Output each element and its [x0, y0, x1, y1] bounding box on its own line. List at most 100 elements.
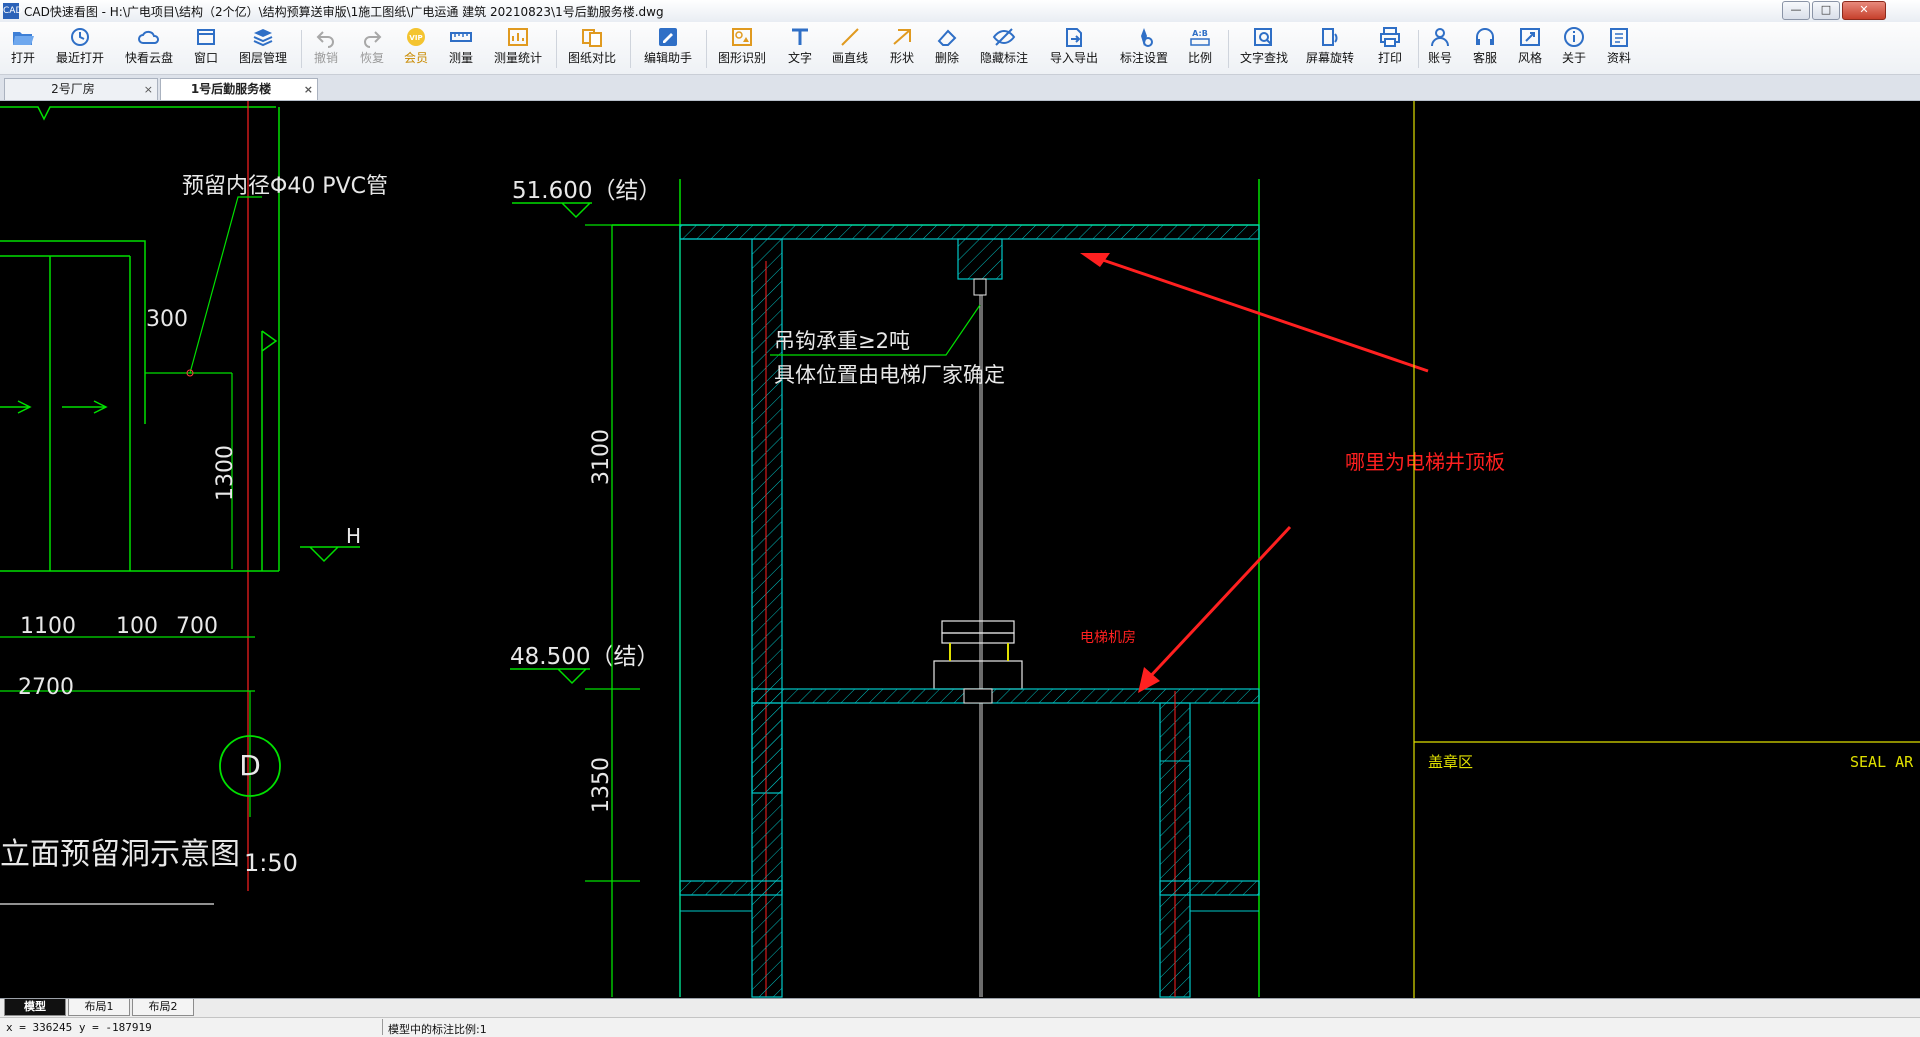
style-button[interactable]: 风格 [1512, 26, 1548, 72]
redo-label: 恢复 [359, 51, 384, 65]
compare-button[interactable]: 图纸对比 [564, 26, 620, 72]
rotate-screen-button[interactable]: 屏幕旋转 [1302, 26, 1358, 72]
shape-button[interactable]: 形状 [884, 26, 920, 72]
documents-button[interactable]: 资料 [1601, 26, 1637, 72]
open-button[interactable]: 打开 [5, 26, 41, 72]
minimize-button[interactable]: — [1782, 1, 1810, 20]
axis-h-label: H [346, 524, 361, 548]
documents-icon [1610, 28, 1628, 47]
status-divider [382, 1019, 383, 1035]
redo-button[interactable]: 恢复 [354, 26, 390, 72]
lower-slab-left [679, 880, 783, 896]
window-title: CAD快速看图 - H:\广电项目\结构（2个亿）\结构预算送审版\1施工图纸\… [24, 5, 664, 19]
shape-recognition-button[interactable]: 图形识别 [714, 26, 770, 72]
text-search-button[interactable]: 文字查找 [1236, 26, 1292, 72]
headset-icon [1476, 28, 1494, 45]
recent-button[interactable]: 最近打开 [52, 26, 108, 72]
tab-label: 1号后勤服务楼 [190, 82, 272, 96]
import-export-button[interactable]: 导入导出 [1046, 26, 1102, 72]
draw-line-label: 画直线 [831, 51, 868, 65]
seal-area-label: 盖章区 [1428, 753, 1473, 771]
user-annotations: 哪里为电梯井顶板 [1080, 253, 1505, 693]
delete-label: 删除 [934, 51, 959, 65]
ruler-icon [450, 32, 472, 42]
measure-stats-label: 测量统计 [493, 51, 542, 65]
vip-label: 会员 [403, 51, 428, 65]
cloud-icon [138, 30, 159, 44]
tab-logistics-building-1[interactable]: 1号后勤服务楼 × [160, 78, 318, 100]
text-search-label: 文字查找 [1239, 51, 1288, 65]
maximize-button[interactable]: □ [1812, 1, 1840, 20]
vip-button[interactable]: VIP 会员 [398, 26, 434, 72]
style-icon [1520, 28, 1540, 46]
title-block: 盖章区 SEAL AR [1413, 101, 1920, 998]
break-mark [261, 330, 278, 352]
leader-line [189, 196, 262, 374]
tab-layout-1[interactable]: 布局1 [68, 999, 130, 1016]
close-window-button[interactable]: ✕ [1842, 1, 1886, 20]
line-icon [841, 28, 859, 46]
svg-text:VIP: VIP [409, 34, 422, 42]
tab-plant-2[interactable]: 2号厂房 × [4, 78, 158, 100]
cad-drawing-canvas[interactable]: 预留内径Φ40 PVC管 300 1300 H 1100 100 700 270… [0, 101, 1920, 998]
layers-button[interactable]: 图层管理 [235, 26, 291, 72]
delete-button[interactable]: 删除 [929, 26, 965, 72]
traction-machine [941, 620, 1015, 634]
traction-machine [941, 632, 1015, 644]
about-button[interactable]: 关于 [1556, 26, 1592, 72]
level-marker-icon [300, 546, 360, 563]
annotation-scale-text: 模型中的标注比例:1 [388, 1023, 487, 1036]
toolbar-separator [556, 30, 557, 68]
dim-3100-label: 3100 [589, 429, 614, 485]
elevation-scale: 1:50 [244, 849, 298, 877]
scale-button[interactable]: A:B 比例 [1182, 26, 1218, 72]
annotation-question-text: 哪里为电梯井顶板 [1345, 450, 1505, 474]
shape-recognition-icon [732, 28, 752, 46]
measure-stats-button[interactable]: 测量统计 [490, 26, 546, 72]
left-top-line [0, 106, 276, 121]
account-button[interactable]: 账号 [1422, 26, 1458, 72]
status-bar: x = 336245 y = -187919 模型中的标注比例:1 [0, 1017, 1920, 1037]
undo-label: 撤销 [313, 51, 338, 65]
dim-1100-label: 1100 [20, 614, 76, 639]
about-label: 关于 [1561, 51, 1586, 65]
machine-base [933, 660, 1023, 690]
tab-layout-2[interactable]: 布局2 [132, 999, 194, 1016]
layout-tab-bar: 模型 布局1 布局2 [0, 998, 1920, 1017]
text-tool-button[interactable]: 文字 [782, 26, 818, 72]
tab-model[interactable]: 模型 [4, 999, 66, 1016]
undo-button[interactable]: 撤销 [308, 26, 344, 72]
annotation-settings-button[interactable]: 标注设置 [1116, 26, 1172, 72]
edit-assistant-icon [659, 28, 677, 46]
print-button[interactable]: 打印 [1372, 26, 1408, 72]
compare-icon [582, 29, 602, 47]
window-button[interactable]: 窗口 [190, 26, 222, 72]
elevator-shaft-section: 51.600（结） 48.500（结） 3100 1350 吊钩承重≥2吨 具体… [510, 178, 1260, 998]
redo-icon [364, 31, 382, 48]
edit-assistant-button[interactable]: 编辑助手 [640, 26, 696, 72]
scale-label: 比例 [1187, 51, 1212, 65]
style-label: 风格 [1517, 51, 1542, 65]
documents-label: 资料 [1606, 51, 1631, 65]
lifting-hook-icon [973, 278, 987, 296]
measure-stats-icon [508, 28, 528, 46]
tab-close-icon[interactable]: × [144, 79, 153, 100]
draw-line-button[interactable]: 画直线 [826, 26, 874, 72]
rotate-screen-icon [1322, 28, 1338, 46]
open-label: 打开 [10, 51, 35, 65]
hide-annotation-label: 隐藏标注 [979, 51, 1028, 65]
import-export-icon [1066, 28, 1082, 47]
cloud-button[interactable]: 快看云盘 [121, 26, 177, 72]
hide-annotation-button[interactable]: 隐藏标注 [976, 26, 1032, 72]
eraser-icon [937, 29, 957, 46]
compare-label: 图纸对比 [567, 51, 616, 65]
lower-left-wall [751, 702, 783, 998]
tab-close-icon[interactable]: × [304, 79, 313, 100]
machine-room-label: 电梯机房 [1080, 630, 1136, 646]
support-button[interactable]: 客服 [1467, 26, 1503, 72]
history-icon [71, 28, 89, 46]
measure-button[interactable]: 测量 [443, 26, 479, 72]
printer-icon [1380, 27, 1400, 47]
window-icon [197, 29, 215, 45]
hide-annotation-icon [992, 28, 1016, 46]
